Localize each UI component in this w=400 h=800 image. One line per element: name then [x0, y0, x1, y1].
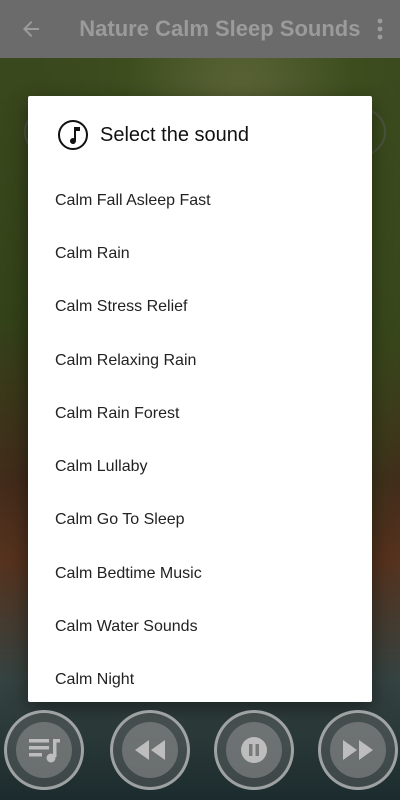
sound-option[interactable]: Calm Lullaby	[28, 440, 372, 493]
back-button[interactable]	[0, 0, 61, 58]
fast-forward-button[interactable]	[318, 710, 398, 790]
dialog-title: Select the sound	[100, 123, 249, 146]
sound-option[interactable]: Calm Night	[28, 654, 372, 707]
sound-option[interactable]: Calm Relaxing Rain	[28, 334, 372, 387]
app-bar: Nature Calm Sleep Sounds	[0, 0, 400, 58]
playlist-music-icon	[29, 739, 60, 763]
sound-select-dialog: Select the sound Calm Fall Asleep Fast C…	[28, 96, 372, 702]
fast-forward-icon	[343, 740, 373, 760]
dialog-header: Select the sound	[28, 96, 372, 174]
overflow-menu-button[interactable]	[360, 0, 400, 58]
pause-button[interactable]	[214, 710, 294, 790]
rewind-icon	[135, 740, 165, 760]
app-title: Nature Calm Sleep Sounds	[79, 16, 361, 41]
arrow-left-icon	[22, 21, 39, 37]
sound-option[interactable]: Calm Fall Asleep Fast	[28, 174, 372, 227]
pause-icon	[241, 737, 267, 763]
sound-option[interactable]: Calm Rain	[28, 227, 372, 280]
sound-option[interactable]: Calm Rain Forest	[28, 387, 372, 440]
sound-option[interactable]: Calm Stress Relief	[28, 281, 372, 334]
sound-option[interactable]: Calm Go To Sleep	[28, 494, 372, 547]
rewind-button[interactable]	[110, 710, 190, 790]
player-controls	[0, 700, 400, 800]
music-note-icon	[58, 120, 88, 150]
sound-option[interactable]: Calm Bedtime Music	[28, 547, 372, 600]
playlist-button[interactable]	[4, 710, 84, 790]
more-vert-icon	[377, 18, 383, 40]
sound-option[interactable]: Calm Water Sounds	[28, 600, 372, 653]
sound-list: Calm Fall Asleep Fast Calm Rain Calm Str…	[28, 174, 372, 707]
